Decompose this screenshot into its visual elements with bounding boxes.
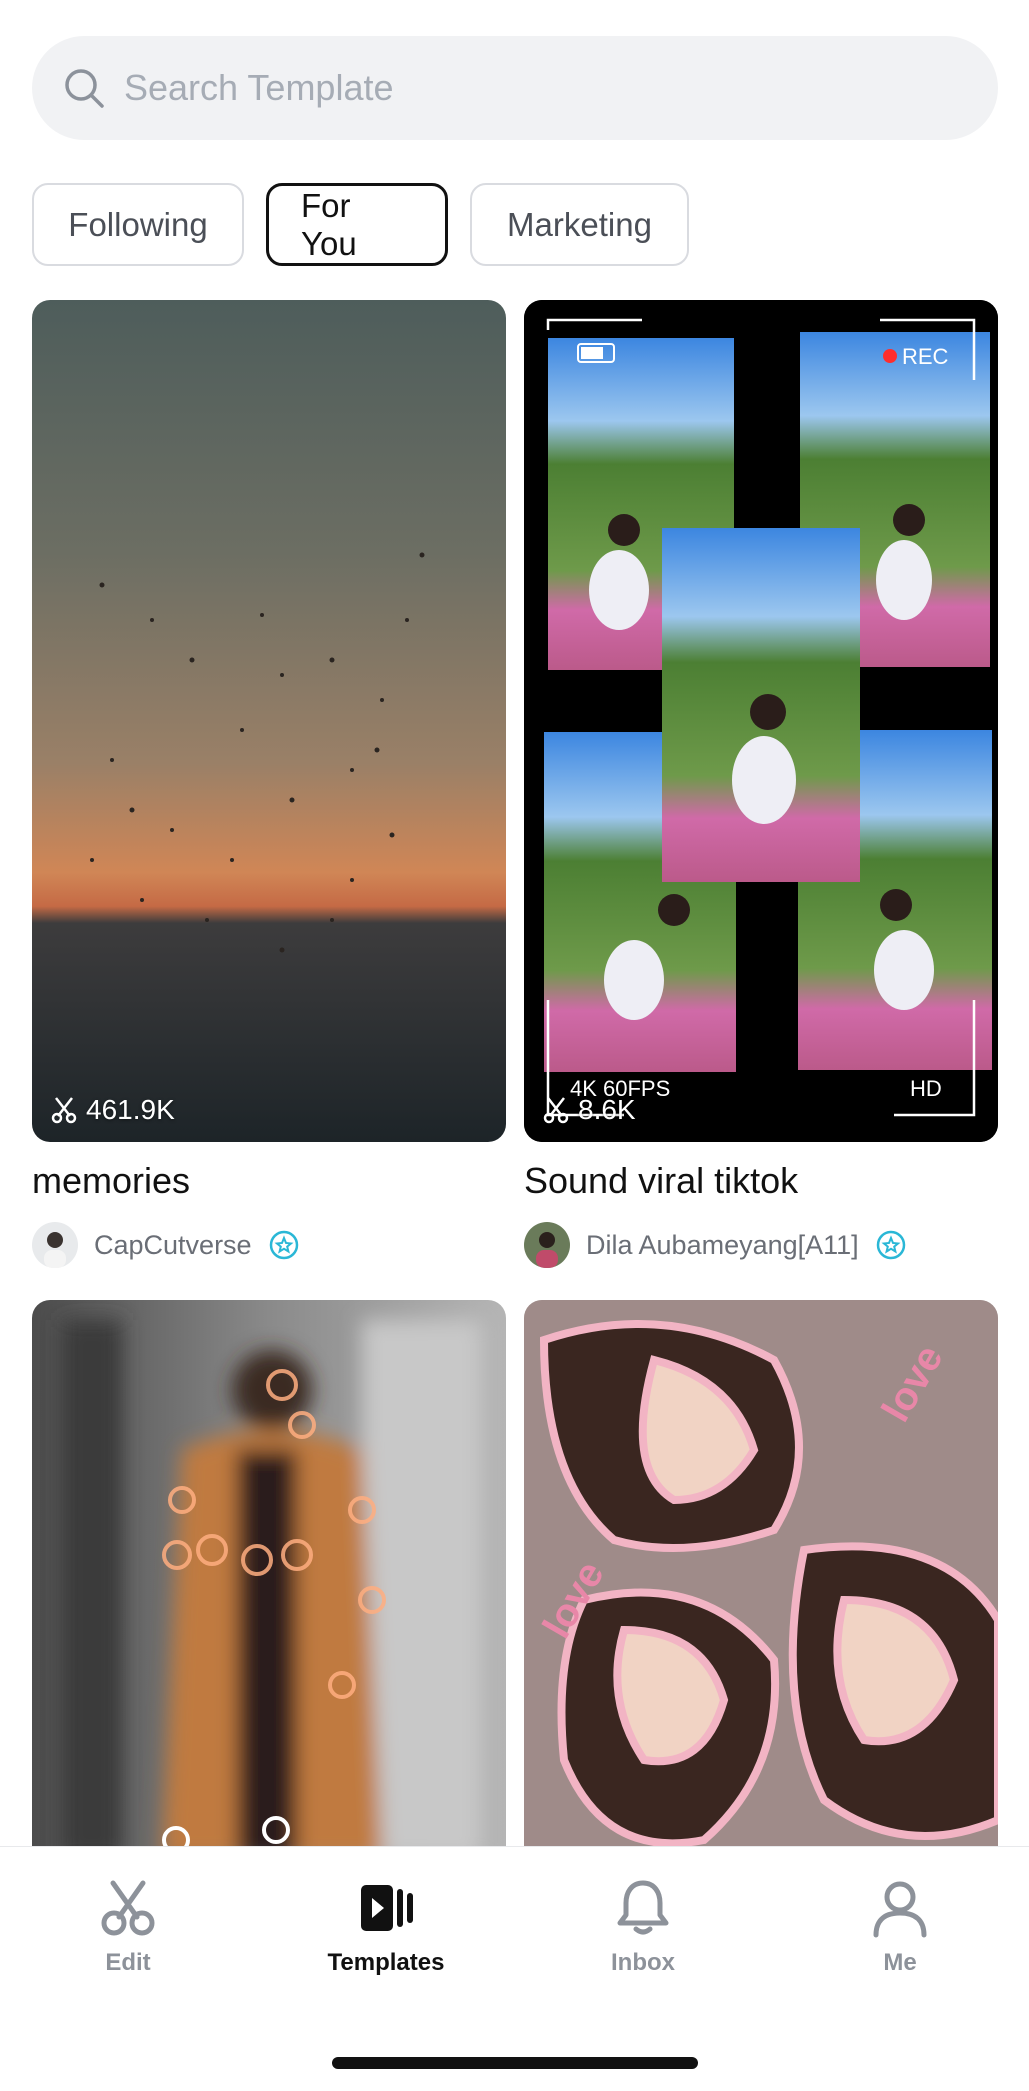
girl-collage-image: love love [524, 1300, 998, 1860]
tab-label: Edit [105, 1949, 151, 1976]
verified-badge-icon [876, 1230, 905, 1260]
hd-label: HD [910, 1076, 942, 1101]
uses-count-text: 8.6K [578, 1094, 636, 1125]
chip-marketing[interactable]: Marketing [470, 183, 689, 266]
template-thumbnail[interactable] [32, 1300, 506, 1860]
template-card[interactable]: REC 4K 60FPS HD 8.6K Sound viral tiktok … [524, 300, 998, 1268]
chip-for-you[interactable]: For You [266, 183, 448, 266]
template-card[interactable]: 461.9K memories CapCutverse [32, 300, 506, 1268]
home-indicator [332, 2057, 698, 2069]
uses-count: 8.6K [542, 1094, 636, 1126]
tab-inbox[interactable]: Inbox [563, 1877, 723, 1977]
author-row[interactable]: Dila Aubameyang[A11] [524, 1222, 998, 1268]
tab-label: Inbox [611, 1949, 675, 1976]
template-card[interactable]: love love [524, 1300, 998, 1860]
rec-label: REC [902, 344, 949, 369]
tab-label: Me [883, 1949, 917, 1976]
blurred-person-image [32, 1300, 506, 1860]
bottom-tab-bar: Edit Templates Inbox Me [0, 1846, 1029, 2091]
author-row[interactable]: CapCutverse [32, 1222, 506, 1268]
bell-icon [617, 1880, 669, 1935]
search-bar[interactable] [32, 36, 998, 140]
uses-count: 461.9K [50, 1094, 175, 1126]
template-thumbnail[interactable]: REC 4K 60FPS HD 8.6K [524, 300, 998, 1142]
uses-count-text: 461.9K [86, 1094, 175, 1125]
tab-edit[interactable]: Edit [48, 1877, 208, 1977]
filter-chips: Following For You Marketing [32, 183, 689, 266]
templates-icon [361, 1885, 413, 1931]
search-input[interactable] [124, 67, 924, 109]
template-thumbnail[interactable]: 461.9K [32, 300, 506, 1142]
person-icon [873, 1881, 927, 1938]
tab-me[interactable]: Me [820, 1877, 980, 1977]
avatar[interactable] [524, 1222, 570, 1268]
template-thumbnail[interactable]: love love [524, 1300, 998, 1860]
template-title: Sound viral tiktok [524, 1160, 799, 1201]
scissors-icon [543, 1097, 569, 1124]
verified-badge-icon [269, 1230, 298, 1260]
tab-templates[interactable]: Templates [306, 1877, 466, 1977]
chip-following[interactable]: Following [32, 183, 244, 266]
scissors-icon [101, 1880, 155, 1936]
scissors-icon [51, 1097, 77, 1124]
photo-collage-image: REC 4K 60FPS HD [524, 300, 998, 1142]
author-name[interactable]: Dila Aubameyang[A11] [586, 1230, 859, 1261]
tab-label: Templates [327, 1949, 445, 1976]
sunset-birds-image [32, 300, 506, 1142]
search-icon [65, 69, 104, 108]
template-title: memories [32, 1160, 191, 1201]
author-name[interactable]: CapCutverse [94, 1230, 252, 1261]
template-card[interactable] [32, 1300, 506, 1860]
avatar[interactable] [32, 1222, 78, 1268]
